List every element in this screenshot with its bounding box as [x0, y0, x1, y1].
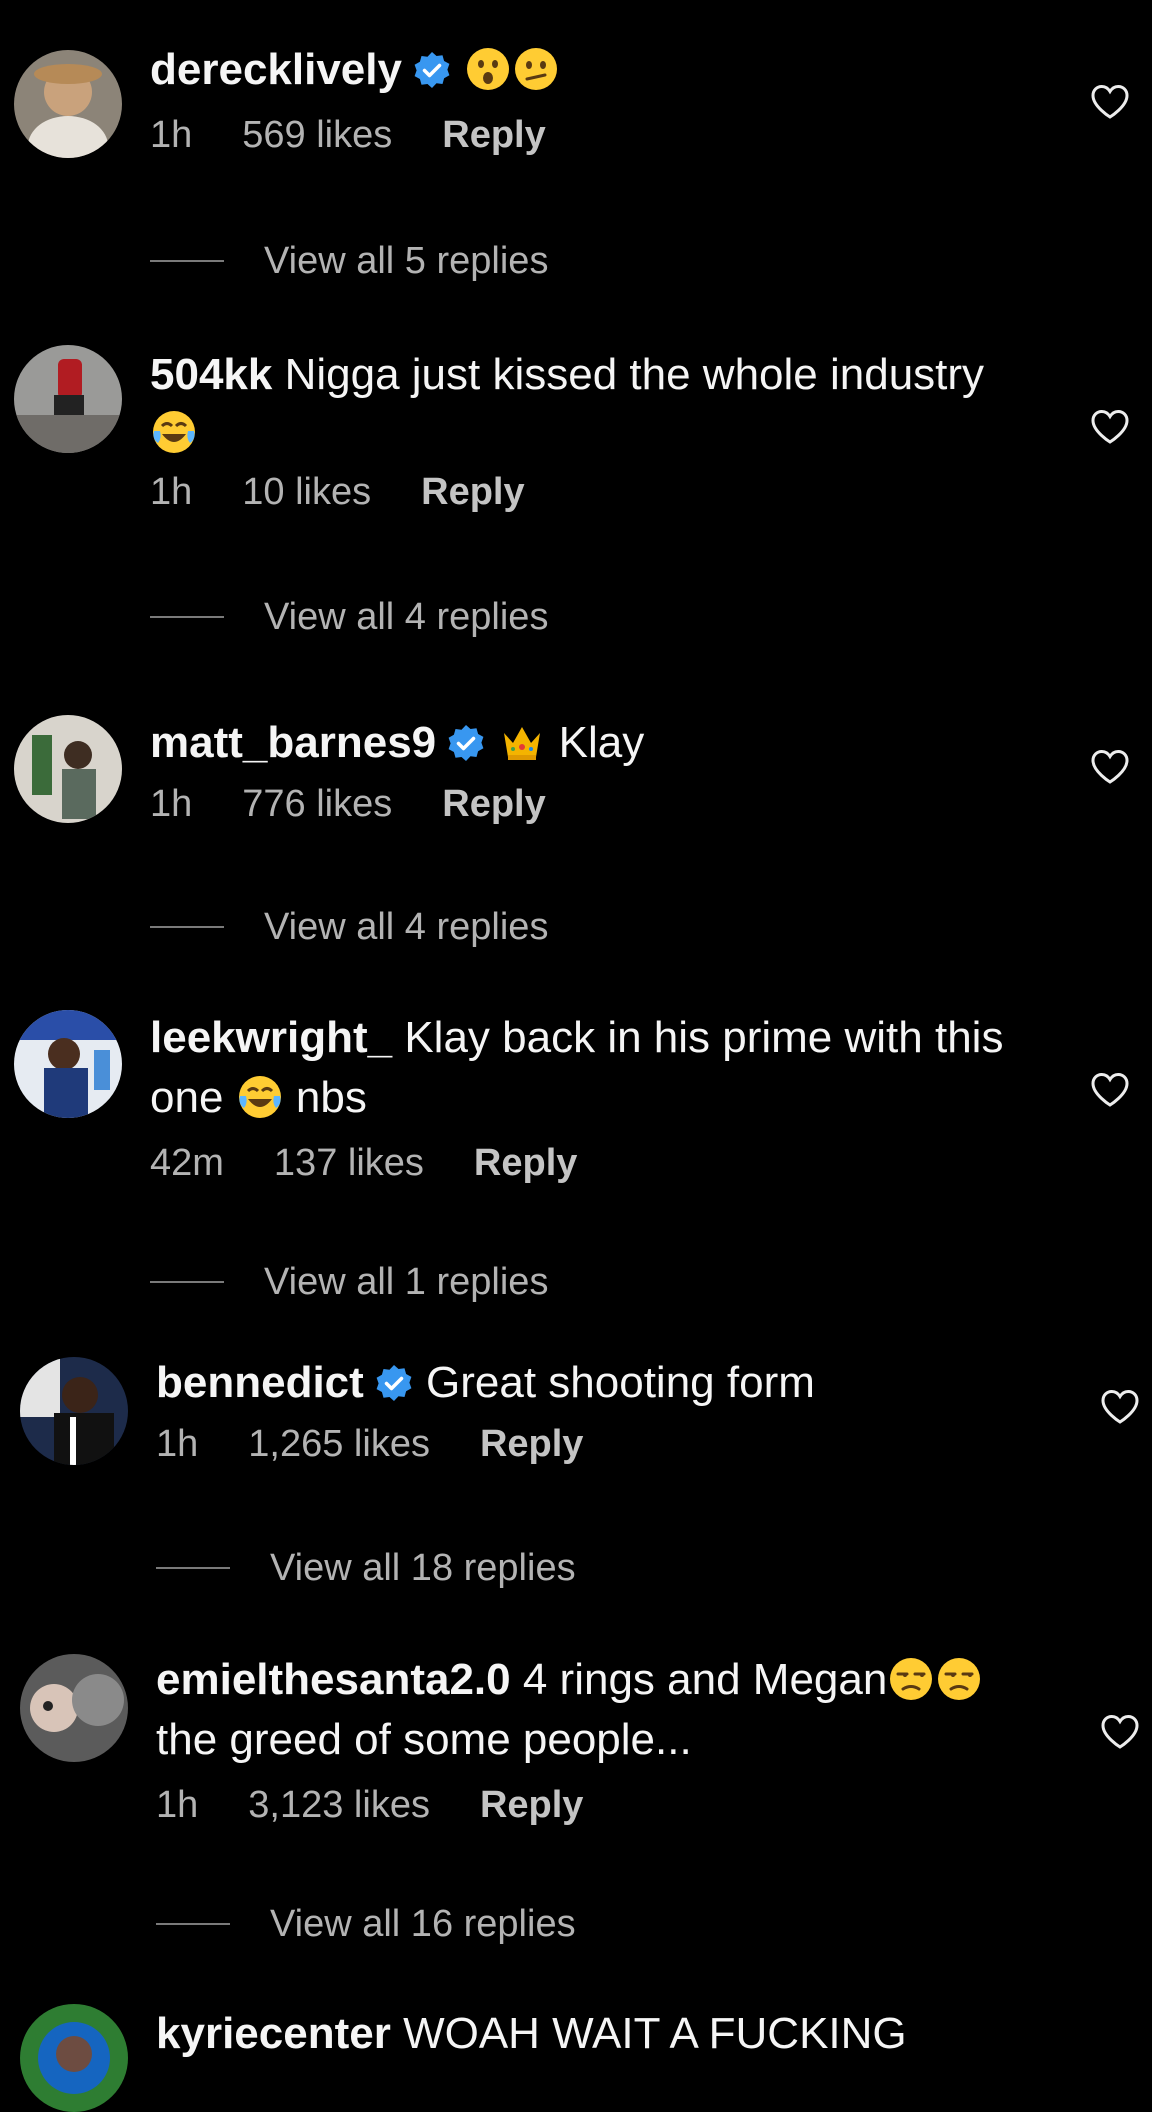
replies-divider: [150, 616, 224, 618]
comment-text: emielthesanta2.0 4 rings and Megan: [156, 1650, 1056, 1710]
comment-text: 504kk Nigga just kissed the whole indust…: [150, 345, 1050, 405]
comment-body: 4 rings and Megan: [522, 1655, 888, 1704]
heart-outline-icon[interactable]: [1090, 84, 1130, 120]
view-replies-button[interactable]: View all 1 replies: [150, 1257, 548, 1307]
replies-divider: [156, 1923, 230, 1925]
astonished-face-emoji: [465, 46, 511, 92]
comment-time: 1h: [150, 783, 193, 825]
heart-outline-icon[interactable]: [1090, 749, 1130, 785]
comment-username[interactable]: kyriecenter: [156, 2009, 391, 2058]
comment-meta: 1h 10 likes Reply: [150, 467, 1050, 517]
avatar[interactable]: [20, 2004, 128, 2112]
view-replies-label: View all 18 replies: [270, 1546, 576, 1589]
heart-outline-icon[interactable]: [1100, 1714, 1140, 1750]
comment-text: kyriecenter WOAH WAIT A FUCKING: [156, 2004, 1056, 2064]
crown-emoji: [499, 719, 545, 765]
view-replies-label: View all 1 replies: [264, 1260, 549, 1303]
avatar[interactable]: [20, 1654, 128, 1762]
comment-time: 1h: [156, 1784, 199, 1826]
comment-time: 1h: [150, 114, 193, 156]
comment-username[interactable]: leekwright_: [150, 1013, 392, 1062]
comment-body: Great shooting form: [426, 1358, 815, 1407]
view-replies-label: View all 4 replies: [264, 595, 549, 638]
verified-badge-icon: [374, 1363, 414, 1403]
view-replies-button[interactable]: View all 18 replies: [156, 1543, 576, 1593]
comment-text-line2: the greed of some people...: [156, 1710, 1056, 1770]
face-with-tears-of-joy-emoji: [237, 1074, 283, 1120]
replies-divider: [150, 1281, 224, 1283]
comment-meta: 1h 1,265 likes Reply: [156, 1419, 1056, 1469]
replies-divider: [150, 260, 224, 262]
comment-username[interactable]: bennedict: [156, 1358, 364, 1407]
comment-text: matt_barnes9 Klay: [150, 713, 1050, 773]
view-replies-label: View all 16 replies: [270, 1902, 576, 1945]
comment-meta: 1h 776 likes Reply: [150, 779, 1050, 829]
replies-divider: [150, 926, 224, 928]
comment-body-part: the greed of some people...: [156, 1715, 692, 1764]
avatar[interactable]: [20, 1357, 128, 1465]
heart-outline-icon[interactable]: [1090, 1072, 1130, 1108]
replies-divider: [156, 1567, 230, 1569]
face-with-tears-of-joy-emoji: [151, 409, 197, 455]
comment-likes[interactable]: 3,123 likes: [248, 1780, 430, 1830]
verified-badge-icon: [446, 723, 486, 763]
reply-button[interactable]: Reply: [442, 110, 545, 160]
comment-body: Klay: [558, 718, 645, 767]
comment-meta: 1h 3,123 likes Reply: [156, 1780, 1056, 1830]
view-replies-button[interactable]: View all 4 replies: [150, 592, 548, 642]
avatar[interactable]: [14, 50, 122, 158]
reply-button[interactable]: Reply: [480, 1419, 583, 1469]
view-replies-button[interactable]: View all 5 replies: [150, 236, 548, 286]
comment-meta: 1h 569 likes Reply: [150, 110, 1050, 160]
comment-body: WOAH WAIT A FUCKING: [403, 2009, 907, 2058]
heart-outline-icon[interactable]: [1100, 1389, 1140, 1425]
comment-body: Klay back in his prime with this: [404, 1013, 1004, 1062]
face-with-diagonal-mouth-emoji: [513, 46, 559, 92]
comment-text: bennedict Great shooting form: [156, 1353, 1056, 1413]
comment-text: derecklively: [150, 40, 1050, 100]
comments-list: derecklively 1h 569 likes Reply View all 5…: [0, 0, 1152, 2112]
reply-button[interactable]: Reply: [421, 467, 524, 517]
comment-body: Nigga just kissed the whole industry: [284, 350, 985, 399]
comment-body-part: one: [150, 1073, 224, 1122]
comment-likes[interactable]: 10 likes: [242, 467, 371, 517]
comment-time: 1h: [156, 1423, 199, 1465]
avatar[interactable]: [14, 345, 122, 453]
reply-button[interactable]: Reply: [480, 1780, 583, 1830]
comment-username[interactable]: derecklively: [150, 45, 402, 94]
unamused-face-emoji: [888, 1656, 934, 1702]
reply-button[interactable]: Reply: [442, 779, 545, 829]
comment-likes[interactable]: 569 likes: [242, 110, 392, 160]
view-replies-button[interactable]: View all 16 replies: [156, 1899, 576, 1949]
comment-body-part: nbs: [295, 1073, 367, 1122]
view-replies-label: View all 5 replies: [264, 239, 549, 282]
avatar[interactable]: [14, 715, 122, 823]
comment-text-line2: [150, 403, 1050, 463]
comment-username[interactable]: emielthesanta2.0: [156, 1655, 511, 1704]
verified-badge-icon: [412, 50, 452, 90]
comment-text: leekwright_ Klay back in his prime with …: [150, 1008, 1050, 1068]
reply-button[interactable]: Reply: [474, 1138, 577, 1188]
comment-time: 42m: [150, 1142, 224, 1184]
unamused-face-emoji: [936, 1656, 982, 1702]
comment-username[interactable]: 504kk: [150, 350, 272, 399]
comment-text-line2: one nbs: [150, 1068, 1050, 1128]
avatar[interactable]: [14, 1010, 122, 1118]
view-replies-label: View all 4 replies: [264, 905, 549, 948]
comment-meta: 42m 137 likes Reply: [150, 1138, 1050, 1188]
comment-username[interactable]: matt_barnes9: [150, 718, 436, 767]
view-replies-button[interactable]: View all 4 replies: [150, 902, 548, 952]
comment-likes[interactable]: 776 likes: [242, 779, 392, 829]
comment-time: 1h: [150, 471, 193, 513]
comment-likes[interactable]: 137 likes: [274, 1138, 424, 1188]
heart-outline-icon[interactable]: [1090, 409, 1130, 445]
comment-likes[interactable]: 1,265 likes: [248, 1419, 430, 1469]
